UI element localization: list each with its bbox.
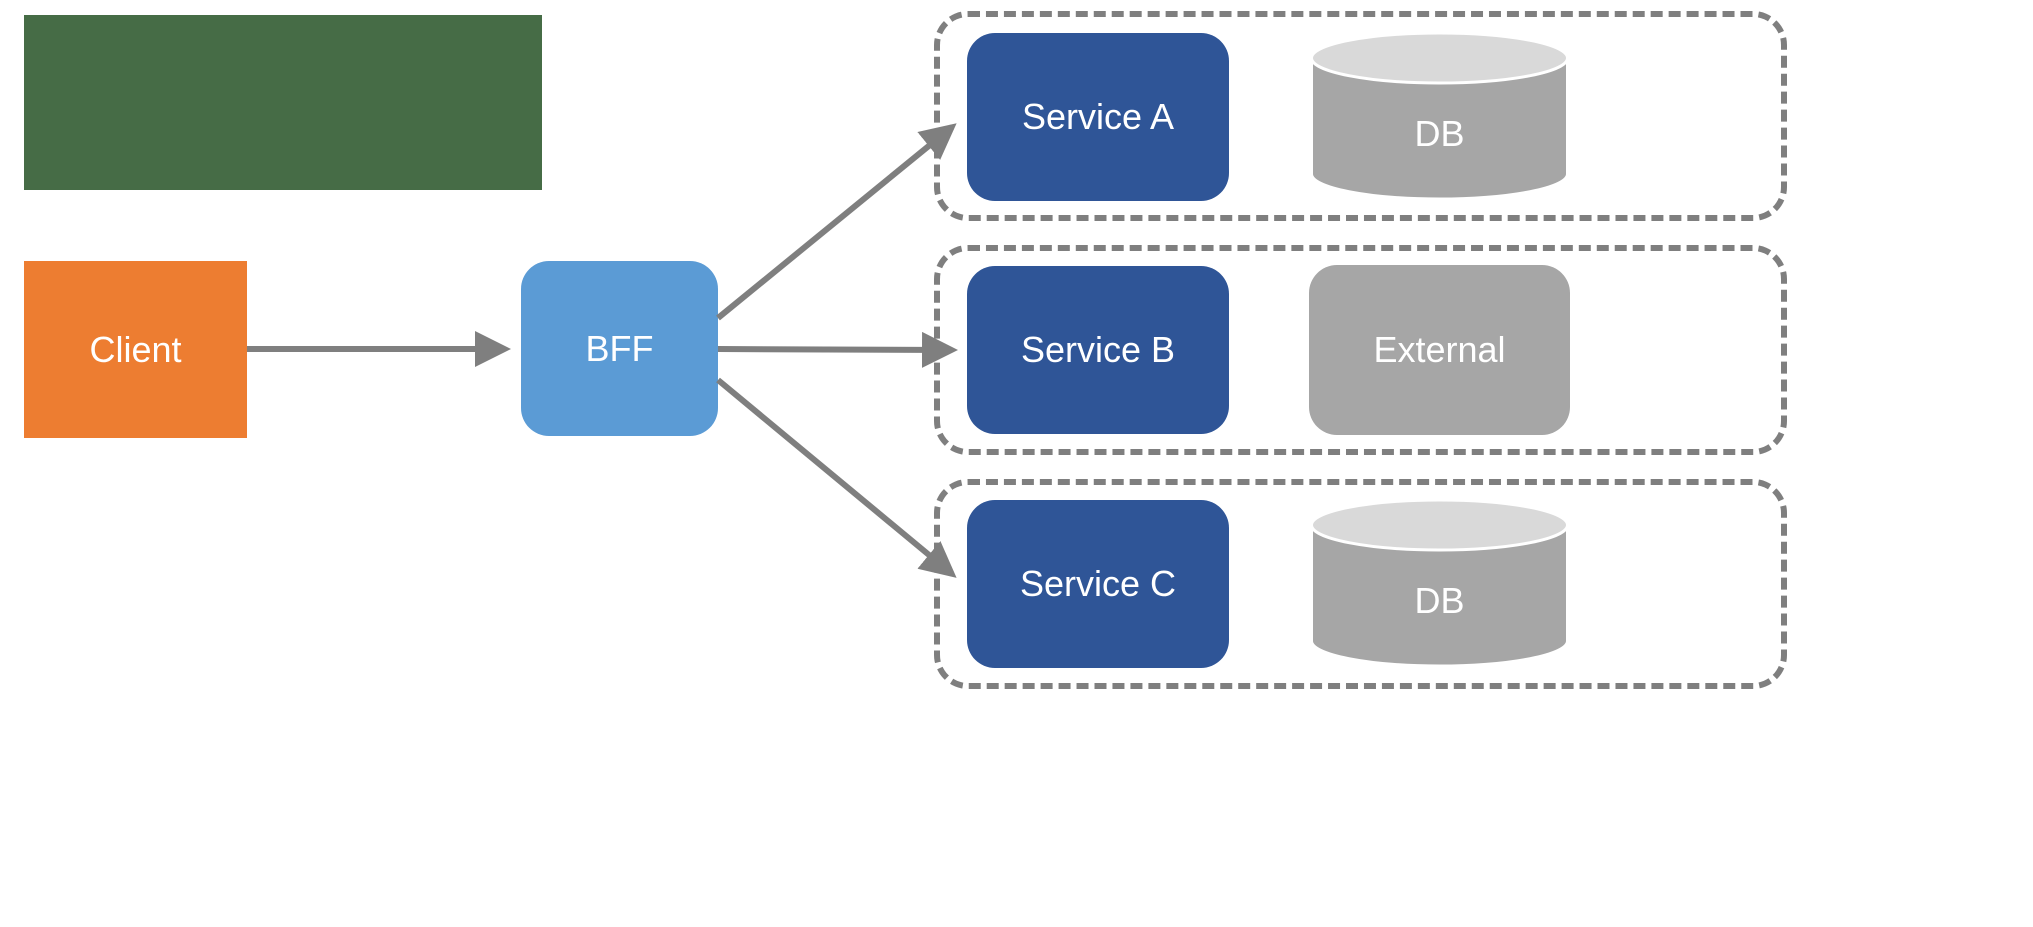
db-c-node: DB xyxy=(1309,498,1570,668)
bff-label: BFF xyxy=(586,328,654,370)
service-a-node: Service A xyxy=(967,33,1229,201)
external-label: External xyxy=(1373,329,1505,371)
db-c-label: DB xyxy=(1414,580,1464,621)
external-node: External xyxy=(1309,265,1570,435)
service-c-label: Service C xyxy=(1020,563,1176,605)
arrow-bff-service-c xyxy=(718,380,952,574)
green-block xyxy=(24,15,542,190)
db-a-label: DB xyxy=(1414,113,1464,154)
bff-node: BFF xyxy=(521,261,718,436)
service-b-node: Service B xyxy=(967,266,1229,434)
arrow-bff-service-b xyxy=(718,349,952,350)
client-label: Client xyxy=(89,329,181,371)
db-a-node: DB xyxy=(1309,31,1570,201)
service-c-node: Service C xyxy=(967,500,1229,668)
client-node: Client xyxy=(24,261,247,438)
service-a-label: Service A xyxy=(1022,96,1174,138)
service-b-label: Service B xyxy=(1021,329,1175,371)
arrow-bff-service-a xyxy=(718,127,952,318)
